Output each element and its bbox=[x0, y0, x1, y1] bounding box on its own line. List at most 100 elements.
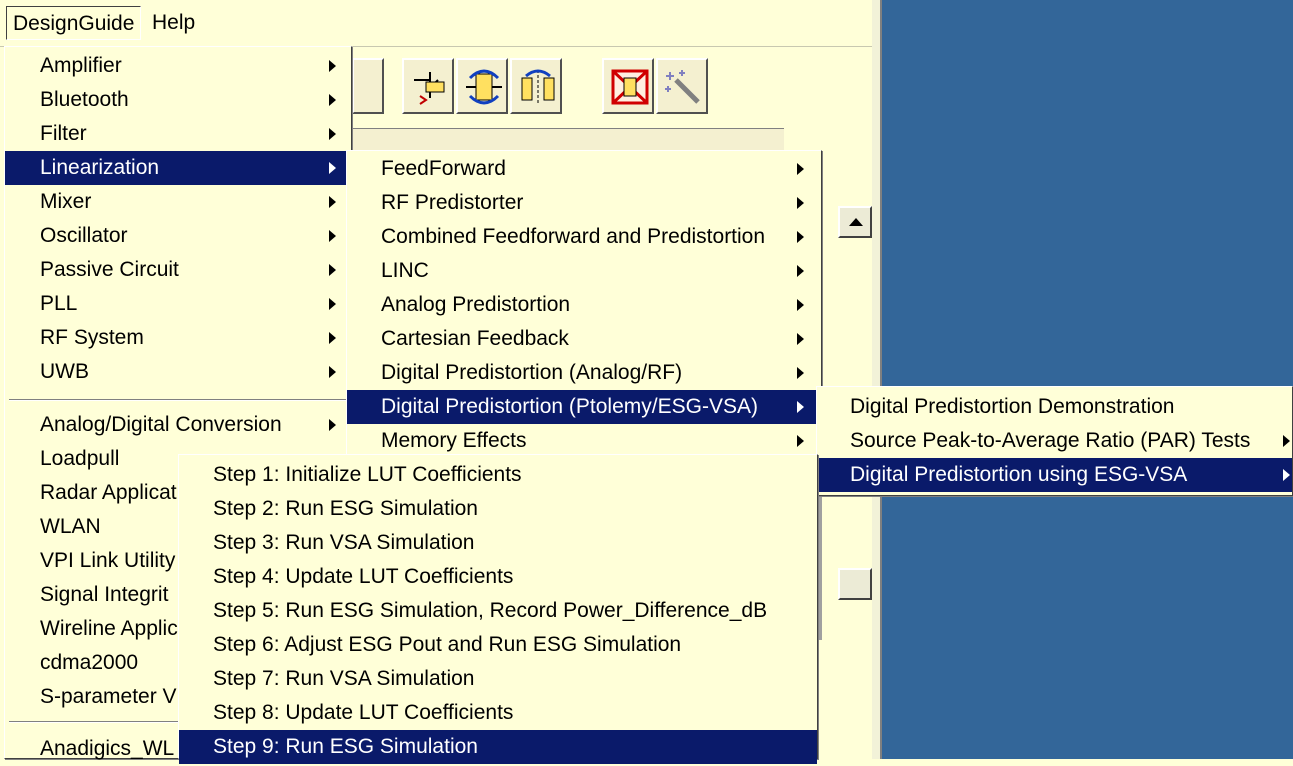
menu-item-label: Step 7: Run VSA Simulation bbox=[213, 667, 475, 690]
submenu-arrow-icon bbox=[797, 401, 804, 413]
menu-item-label: VPI Link Utility bbox=[40, 549, 176, 572]
insert-wire-button[interactable] bbox=[402, 58, 454, 114]
menu-item-label: Step 1: Initialize LUT Coefficients bbox=[213, 463, 522, 486]
main-menu-item-linearization[interactable]: Linearization bbox=[5, 151, 351, 185]
main-menu-item-bluetooth[interactable]: Bluetooth bbox=[5, 83, 351, 117]
menu-item-label: Digital Predistortion (Ptolemy/ESG-VSA) bbox=[381, 395, 758, 418]
menu-item-label: Passive Circuit bbox=[40, 258, 179, 281]
submenu-arrow-icon bbox=[329, 419, 336, 431]
scroll-up-button[interactable] bbox=[838, 206, 872, 238]
linearization-item-memory-effects[interactable]: Memory Effects bbox=[347, 424, 821, 458]
digital-predistortion-ptolemy-submenu: Digital Predistortion Demonstration Sourc… bbox=[816, 386, 1293, 496]
submenu-arrow-icon bbox=[329, 60, 336, 72]
menu-item-label: FeedForward bbox=[381, 157, 506, 180]
linearization-submenu: FeedForward RF Predistorter Combined Feedf… bbox=[346, 150, 822, 460]
step-item-step-5-run-esg-simulation-record-power-difference-db[interactable]: Step 5: Run ESG Simulation, Record Power… bbox=[179, 594, 817, 628]
submenu-arrow-icon bbox=[329, 128, 336, 140]
linearization-item-cartesian-feedback[interactable]: Cartesian Feedback bbox=[347, 322, 821, 356]
main-menu-item-pll[interactable]: PLL bbox=[5, 287, 351, 321]
menu-item-label: cdma2000 bbox=[40, 651, 139, 674]
mirror-component-icon bbox=[521, 69, 555, 104]
linearization-item-analog-predistortion[interactable]: Analog Predistortion bbox=[347, 288, 821, 322]
linearization-item-feedforward[interactable]: FeedForward bbox=[347, 152, 821, 186]
step-item-step-1-initialize-lut-coefficients[interactable]: Step 1: Initialize LUT Coefficients bbox=[179, 458, 817, 492]
submenu-arrow-icon bbox=[329, 332, 336, 344]
menu-item-label: Combined Feedforward and Predistortion bbox=[381, 225, 766, 248]
menu-item-label: PLL bbox=[40, 292, 78, 315]
insert-wire-icon bbox=[414, 72, 445, 105]
menu-item-label: Memory Effects bbox=[381, 429, 527, 452]
linearization-item-combined-feedforward-and-predistortion[interactable]: Combined Feedforward and Predistortion bbox=[347, 220, 821, 254]
menu-item-label: Linearization bbox=[40, 156, 160, 179]
step-item-step-6-adjust-esg-pout-and-run-esg-simulation[interactable]: Step 6: Adjust ESG Pout and Run ESG Simu… bbox=[179, 628, 817, 662]
step-item-step-2-run-esg-simulation[interactable]: Step 2: Run ESG Simulation bbox=[179, 492, 817, 526]
dpd-item-source-peak-to-average-ratio-par-tests[interactable]: Source Peak-to-Average Ratio (PAR) Tests bbox=[817, 424, 1292, 458]
step-item-step-4-update-lut-coefficients[interactable]: Step 4: Update LUT Coefficients bbox=[179, 560, 817, 594]
schematic-ruler bbox=[352, 128, 784, 151]
menu-item-label: UWB bbox=[40, 360, 89, 383]
scroll-thumb[interactable] bbox=[838, 568, 872, 600]
submenu-arrow-icon bbox=[329, 196, 336, 208]
menu-item-label: Loadpull bbox=[40, 447, 120, 470]
main-menu-item-passive-circuit[interactable]: Passive Circuit bbox=[5, 253, 351, 287]
submenu-arrow-icon bbox=[329, 366, 336, 378]
desktop-background bbox=[880, 0, 1293, 759]
toolbar-button-partial[interactable] bbox=[352, 58, 384, 114]
menu-item-label: LINC bbox=[381, 259, 429, 282]
rotate-component-button[interactable] bbox=[456, 58, 508, 114]
menu-item-label: Step 8: Update LUT Coefficients bbox=[213, 701, 514, 724]
main-menu-item-filter[interactable]: Filter bbox=[5, 117, 351, 151]
menu-item-label: Radar Applicat bbox=[40, 481, 177, 504]
submenu-arrow-icon bbox=[797, 367, 804, 379]
menu-item-label: Mixer bbox=[40, 190, 92, 213]
mirror-component-button[interactable] bbox=[510, 58, 562, 114]
main-menu-item-uwb[interactable]: UWB bbox=[5, 355, 351, 389]
magic-wand-button[interactable] bbox=[656, 58, 708, 114]
submenu-arrow-icon bbox=[329, 230, 336, 242]
dpd-item-digital-predistortion-demonstration[interactable]: Digital Predistortion Demonstration bbox=[817, 390, 1292, 424]
main-menu-item-oscillator[interactable]: Oscillator bbox=[5, 219, 351, 253]
menu-item-label: Digital Predistortion using ESG-VSA bbox=[850, 463, 1188, 486]
submenu-arrow-icon bbox=[797, 163, 804, 175]
menu-item-label: Step 4: Update LUT Coefficients bbox=[213, 565, 514, 588]
main-menu-item-analog-digital-conversion[interactable]: Analog/Digital Conversion bbox=[5, 408, 351, 442]
step-item-step-3-run-vsa-simulation[interactable]: Step 3: Run VSA Simulation bbox=[179, 526, 817, 560]
deactivate-component-button[interactable] bbox=[602, 58, 654, 114]
menu-item-label: S-parameter V bbox=[40, 685, 177, 708]
esg-vsa-steps-submenu: Step 1: Initialize LUT Coefficients Step … bbox=[178, 454, 818, 764]
menu-item-label: RF System bbox=[40, 326, 144, 349]
menu-item-label: Step 6: Adjust ESG Pout and Run ESG Simu… bbox=[213, 633, 682, 656]
submenu-arrow-icon bbox=[329, 264, 336, 276]
submenu-arrow-icon bbox=[797, 333, 804, 345]
menu-bar: DesignGuide Help bbox=[0, 0, 872, 47]
toolbar bbox=[352, 52, 782, 122]
menubar-help[interactable]: Help bbox=[146, 6, 201, 40]
submenu-arrow-icon bbox=[797, 435, 804, 447]
menu-item-label: Step 5: Run ESG Simulation, Record Power… bbox=[213, 599, 768, 622]
linearization-item-linc[interactable]: LINC bbox=[347, 254, 821, 288]
submenu-arrow-icon bbox=[797, 197, 804, 209]
main-menu-item-amplifier[interactable]: Amplifier bbox=[5, 49, 351, 83]
menu-item-label: Analog Predistortion bbox=[381, 293, 571, 316]
step-item-step-8-update-lut-coefficients[interactable]: Step 8: Update LUT Coefficients bbox=[179, 696, 817, 730]
submenu-arrow-icon bbox=[1283, 469, 1290, 481]
menu-item-label: Amplifier bbox=[40, 54, 122, 77]
menu-item-label: Bluetooth bbox=[40, 88, 129, 111]
menu-item-label: Step 3: Run VSA Simulation bbox=[213, 531, 475, 554]
main-menu-item-mixer[interactable]: Mixer bbox=[5, 185, 351, 219]
linearization-item-digital-predistortion-ptolemy-esg-vsa[interactable]: Digital Predistortion (Ptolemy/ESG-VSA) bbox=[347, 390, 821, 424]
submenu-arrow-icon bbox=[329, 94, 336, 106]
window-right-edge bbox=[872, 0, 882, 759]
menu-item-label: Signal Integrit bbox=[40, 583, 169, 606]
linearization-item-digital-predistortion-analog-rf[interactable]: Digital Predistortion (Analog/RF) bbox=[347, 356, 821, 390]
menu-item-label: Anadigics_WL bbox=[40, 737, 175, 760]
submenu-arrow-icon bbox=[329, 298, 336, 310]
main-menu-item-rf-system[interactable]: RF System bbox=[5, 321, 351, 355]
linearization-item-rf-predistorter[interactable]: RF Predistorter bbox=[347, 186, 821, 220]
step-item-step-7-run-vsa-simulation[interactable]: Step 7: Run VSA Simulation bbox=[179, 662, 817, 696]
menu-item-label: RF Predistorter bbox=[381, 191, 524, 214]
menubar-designguide[interactable]: DesignGuide bbox=[6, 6, 142, 40]
dpd-item-digital-predistortion-using-esg-vsa[interactable]: Digital Predistortion using ESG-VSA bbox=[817, 458, 1292, 492]
submenu-arrow-icon bbox=[797, 231, 804, 243]
deactivate-component-icon bbox=[611, 69, 649, 105]
